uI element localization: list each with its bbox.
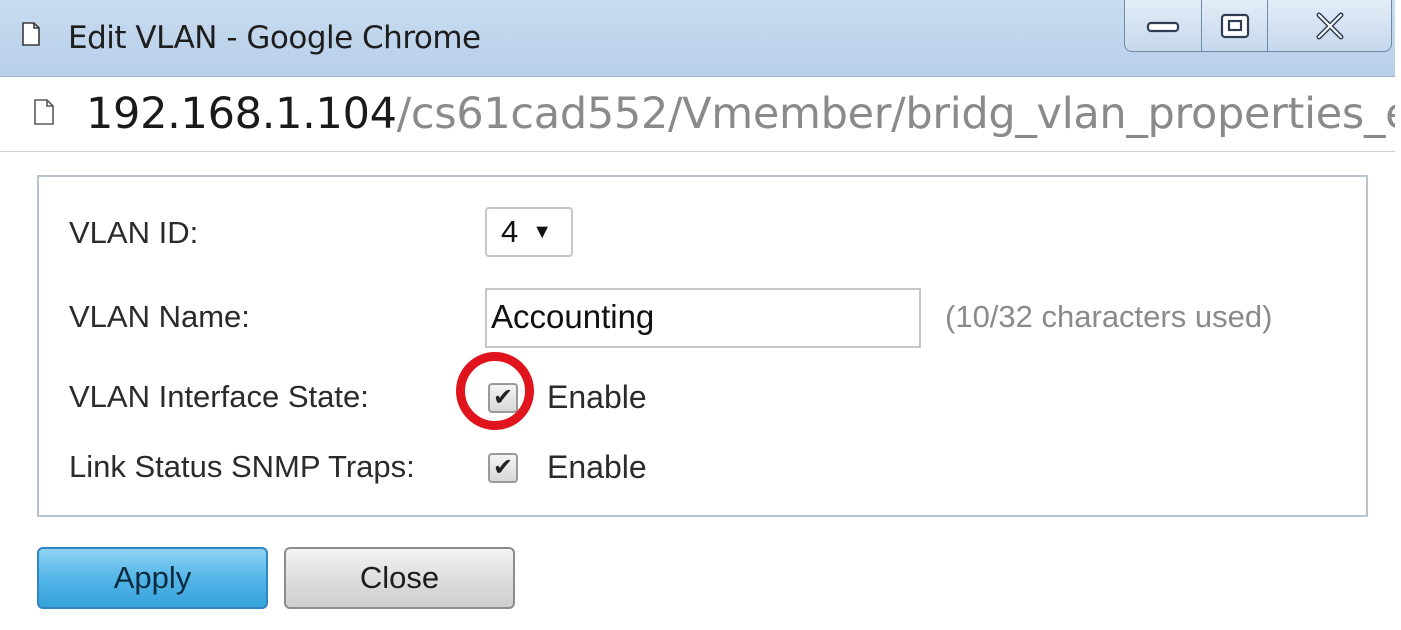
close-icon	[1316, 12, 1343, 39]
interface-state-enable-label: Enable	[547, 379, 647, 415]
vlan-id-select[interactable]: 4 ▼	[485, 207, 573, 257]
close-button[interactable]: Close	[284, 547, 515, 609]
vlan-name-label: VLAN Name:	[69, 299, 250, 334]
vlan-id-value: 4	[501, 214, 519, 249]
page-icon	[22, 22, 40, 46]
url-path: /cs61cad552/Vmember/bridg_vlan_propertie…	[396, 89, 1395, 139]
browser-window: Edit VLAN - Google Chrome 192.168.1.104/…	[0, 0, 1395, 630]
minimize-button[interactable]	[1124, 0, 1202, 52]
window-close-button[interactable]	[1268, 0, 1392, 52]
vlan-form-panel: VLAN ID: 4 ▼ VLAN Name: Accounting (10/3…	[37, 175, 1368, 517]
highlight-circle	[456, 352, 534, 430]
window-controls	[1124, 0, 1394, 56]
checkmark-icon: ✔	[492, 454, 514, 481]
title-bar: Edit VLAN - Google Chrome	[0, 0, 1395, 77]
snmp-traps-label: Link Status SNMP Traps:	[69, 449, 415, 484]
restore-button[interactable]	[1202, 0, 1268, 52]
vlan-name-input[interactable]: Accounting	[485, 288, 921, 348]
interface-state-label: VLAN Interface State:	[69, 379, 369, 414]
snmp-traps-checkbox[interactable]: ✔	[488, 453, 518, 483]
minimize-icon	[1146, 21, 1180, 32]
url-host: 192.168.1.104	[86, 89, 397, 139]
character-count-hint: (10/32 characters used)	[945, 299, 1273, 334]
address-bar[interactable]: 192.168.1.104/cs61cad552/Vmember/bridg_v…	[0, 77, 1395, 152]
page-icon	[34, 99, 54, 125]
apply-button[interactable]: Apply	[37, 547, 268, 609]
vlan-id-label: VLAN ID:	[69, 215, 199, 250]
restore-icon	[1220, 13, 1249, 38]
snmp-traps-enable-label: Enable	[547, 449, 647, 485]
url-text[interactable]: 192.168.1.104/cs61cad552/Vmember/bridg_v…	[86, 89, 1395, 139]
window-title: Edit VLAN - Google Chrome	[68, 20, 481, 56]
dropdown-arrow-icon: ▼	[532, 220, 553, 243]
